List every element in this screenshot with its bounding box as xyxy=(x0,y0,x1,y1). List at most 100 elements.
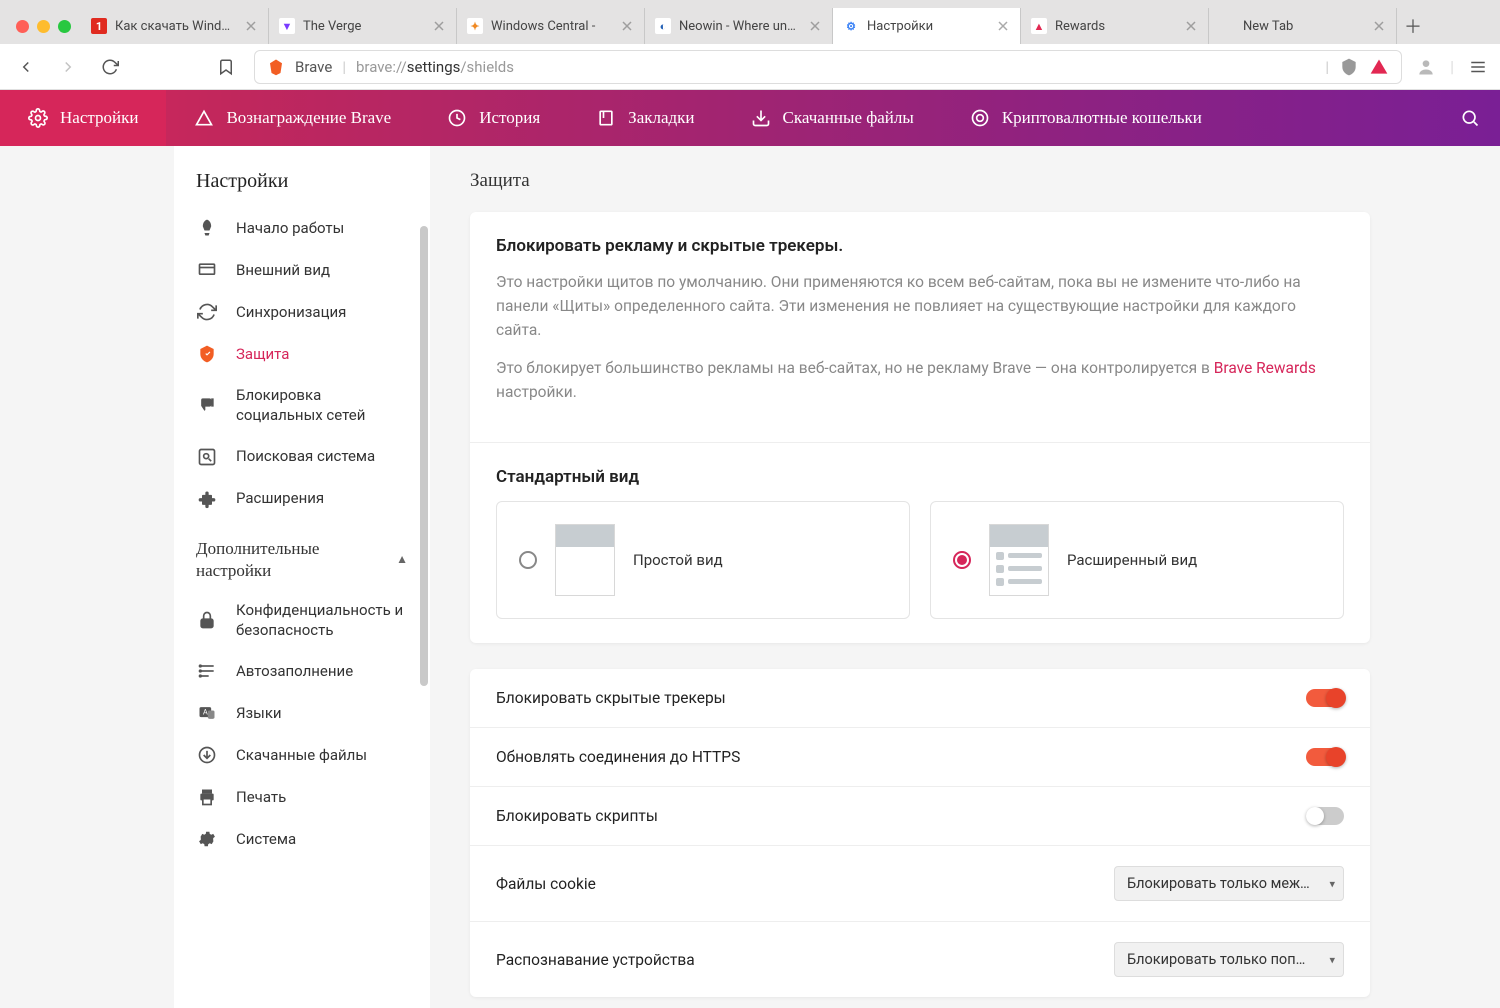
sidebar-item-sync[interactable]: Синхронизация xyxy=(174,291,430,333)
shields-description-1: Это настройки щитов по умолчанию. Они пр… xyxy=(496,270,1344,342)
sidebar-item-search[interactable]: Поисковая система xyxy=(174,436,430,478)
sidebar-title: Настройки xyxy=(174,170,430,207)
appearance-icon xyxy=(196,259,218,281)
download2-icon xyxy=(196,744,218,766)
settings-search-button[interactable] xyxy=(1440,90,1500,146)
view-option-advanced[interactable]: Расширенный вид xyxy=(930,501,1344,619)
tab-favicon: ▼ xyxy=(279,18,295,34)
forward-button[interactable] xyxy=(54,53,82,81)
default-view-title: Стандартный вид xyxy=(496,467,1344,487)
topnav-item-history[interactable]: История xyxy=(419,90,568,146)
lock-icon xyxy=(196,609,218,631)
maximize-window-button[interactable] xyxy=(58,20,71,33)
tab-title: Настройки xyxy=(867,19,988,34)
browser-tab[interactable]: New Tab xyxy=(1209,8,1397,44)
tab-strip: 1 Как скачать Windows ▼ The Verge ✦ Wind… xyxy=(0,8,1500,44)
tab-title: New Tab xyxy=(1243,19,1364,34)
tab-close-icon[interactable] xyxy=(996,19,1010,33)
profile-icon[interactable] xyxy=(1416,57,1436,77)
sidebar-scrollbar[interactable] xyxy=(418,146,430,1008)
tab-close-icon[interactable] xyxy=(808,19,822,33)
shields-icon[interactable] xyxy=(1339,57,1359,77)
bookmark-button[interactable] xyxy=(212,53,240,81)
tab-favicon: ◐ xyxy=(655,18,671,34)
sidebar-item-lang[interactable]: AЯзыки xyxy=(174,692,430,734)
toggle-label-scripts: Блокировать скрипты xyxy=(496,807,658,825)
tab-title: The Verge xyxy=(303,19,424,34)
brave-rewards-link[interactable]: Brave Rewards xyxy=(1214,359,1316,377)
sync-icon xyxy=(196,301,218,323)
tab-favicon: 1 xyxy=(91,18,107,34)
search-icon xyxy=(196,446,218,468)
sidebar-item-gear2[interactable]: Система xyxy=(174,818,430,860)
row-label-fingerprint: Распознавание устройства xyxy=(496,951,695,969)
brave-lion-icon xyxy=(267,58,285,76)
topnav-item-gear[interactable]: Настройки xyxy=(0,90,166,146)
topnav-item-bookmark[interactable]: Закладки xyxy=(568,90,722,146)
advanced-preview-icon xyxy=(989,524,1049,596)
gear-icon xyxy=(28,108,48,128)
main-menu-button[interactable] xyxy=(1468,57,1488,77)
address-bar[interactable]: Brave | brave://settings/shields | xyxy=(254,50,1402,84)
sidebar-item-autofill[interactable]: Автозаполнение xyxy=(174,650,430,692)
simple-preview-icon xyxy=(555,524,615,596)
tab-close-icon[interactable] xyxy=(1184,19,1198,33)
lang-icon: A xyxy=(196,702,218,724)
browser-tab[interactable]: 1 Как скачать Windows xyxy=(81,8,269,44)
close-window-button[interactable] xyxy=(16,20,29,33)
print-icon xyxy=(196,786,218,808)
select-fingerprint[interactable]: Блокировать только попытки xyxy=(1114,942,1344,977)
sidebar-item-thumbdown[interactable]: Блокировка социальных сетей xyxy=(174,375,430,436)
tab-close-icon[interactable] xyxy=(432,19,446,33)
bat-icon xyxy=(194,108,214,128)
history-icon xyxy=(447,108,467,128)
sidebar-item-rocket[interactable]: Начало работы xyxy=(174,207,430,249)
toggle-https-upgrade[interactable] xyxy=(1306,748,1344,766)
radio-simple[interactable] xyxy=(519,551,537,569)
tab-close-icon[interactable] xyxy=(244,19,258,33)
browser-toolbar: Brave | brave://settings/shields | | xyxy=(0,44,1500,90)
browser-tab[interactable]: ▲ Rewards xyxy=(1021,8,1209,44)
topnav-item-wallet[interactable]: Криптовалютные кошельки xyxy=(942,90,1230,146)
back-button[interactable] xyxy=(12,53,40,81)
sidebar-item-download2[interactable]: Скачанные файлы xyxy=(174,734,430,776)
chevron-up-icon: ▲ xyxy=(396,552,408,568)
toggle-block-trackers[interactable] xyxy=(1306,689,1344,707)
topnav-item-bat[interactable]: Вознаграждение Brave xyxy=(166,90,419,146)
tab-favicon xyxy=(1219,18,1235,34)
sidebar-item-print[interactable]: Печать xyxy=(174,776,430,818)
sidebar-item-shield[interactable]: Защита xyxy=(174,333,430,375)
minimize-window-button[interactable] xyxy=(37,20,50,33)
browser-tab[interactable]: ▼ The Verge xyxy=(269,8,457,44)
view-option-simple[interactable]: Простой вид xyxy=(496,501,910,619)
address-origin: Brave xyxy=(295,58,332,76)
gear2-icon xyxy=(196,828,218,850)
tab-close-icon[interactable] xyxy=(1372,19,1386,33)
new-tab-button[interactable]: ＋ xyxy=(1397,10,1429,42)
browser-tab[interactable]: ⚙ Настройки xyxy=(833,8,1021,44)
page-heading: Защита xyxy=(470,170,1370,192)
autofill-icon xyxy=(196,660,218,682)
block-ads-title: Блокировать рекламу и скрытые трекеры. xyxy=(496,236,1344,256)
tab-close-icon[interactable] xyxy=(620,19,634,33)
sidebar-item-appearance[interactable]: Внешний вид xyxy=(174,249,430,291)
bat-icon[interactable] xyxy=(1369,57,1389,77)
tab-title: Neowin - Where unprofe xyxy=(679,19,800,34)
toggle-block-scripts[interactable] xyxy=(1306,807,1344,825)
tab-title: Rewards xyxy=(1055,19,1176,34)
toggle-label-https: Обновлять соединения до HTTPS xyxy=(496,748,740,766)
row-label-cookies: Файлы cookie xyxy=(496,875,596,893)
sidebar-item-lock[interactable]: Конфиденциальность и безопасность xyxy=(174,590,430,651)
topnav-item-download[interactable]: Скачанные файлы xyxy=(723,90,942,146)
settings-sidebar: Настройки Начало работыВнешний видСинхро… xyxy=(174,146,430,1008)
select-cookies[interactable]: Блокировать только межсайтовые xyxy=(1114,866,1344,901)
radio-advanced[interactable] xyxy=(953,551,971,569)
browser-tab[interactable]: ◐ Neowin - Where unprofe xyxy=(645,8,833,44)
browser-tab[interactable]: ✦ Windows Central - xyxy=(457,8,645,44)
settings-main: Защита Блокировать рекламу и скрытые тре… xyxy=(430,146,1500,1008)
reload-button[interactable] xyxy=(96,53,124,81)
sidebar-item-extension[interactable]: Расширения xyxy=(174,478,430,520)
tab-title: Windows Central - xyxy=(491,19,612,34)
sidebar-advanced-section[interactable]: Дополнительные настройки ▲ xyxy=(174,520,430,590)
svg-text:A: A xyxy=(203,708,208,717)
